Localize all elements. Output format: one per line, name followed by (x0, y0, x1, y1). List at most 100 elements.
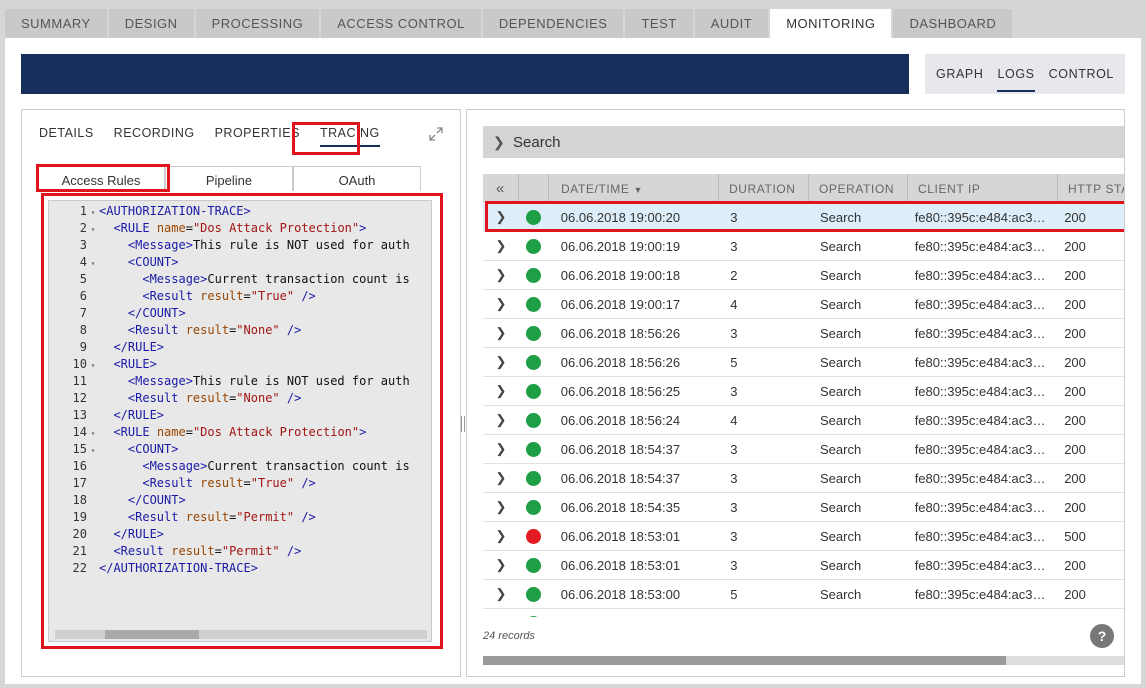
expand-row-icon[interactable]: ❯ (483, 499, 519, 515)
collapse-all-icon[interactable]: « (483, 174, 519, 203)
tab-summary[interactable]: SUMMARY (5, 9, 107, 38)
subtab-access-rules[interactable]: Access Rules (37, 166, 165, 191)
fold-toggle-icon[interactable]: ▾ (87, 442, 99, 459)
code-token: = (185, 221, 193, 235)
expand-row-icon[interactable]: ❯ (483, 383, 519, 399)
fold-toggle-icon[interactable]: ▾ (87, 204, 99, 221)
table-row[interactable]: ❯ 06.06.2018 18:56:24 4 Search fe80::395c:e4… (483, 406, 1124, 435)
cell-datetime: 06.06.2018 18:54:37 (560, 441, 681, 457)
tab-access-control[interactable]: ACCESS CONTROL (321, 9, 481, 38)
status-cell (519, 209, 549, 225)
code-token: result (185, 391, 230, 405)
table-row[interactable]: ❯ 06.06.2018 18:54:37 3 Search fe80::395c:e4… (483, 435, 1124, 464)
subtab-pipeline[interactable]: Pipeline (165, 166, 293, 191)
table-row[interactable]: ❯ 06.06.2018 19:00:17 4 Search fe80::395c:e4… (483, 290, 1124, 319)
tab-audit[interactable]: AUDIT (694, 9, 769, 38)
expand-row-icon[interactable]: ❯ (483, 412, 519, 428)
table-row[interactable]: ❯ 06.06.2018 19:00:20 3 Search fe80::395c:e4… (483, 203, 1124, 232)
search-bar[interactable]: ❯ Search (483, 126, 1124, 158)
line-number: 13 (72, 408, 87, 422)
table-row[interactable]: ❯06.06.2018 18:53:003Searchfe80::395c:e4… (483, 609, 1124, 617)
expand-row-icon[interactable]: ❯ (483, 209, 519, 225)
tab-test[interactable]: TEST (625, 9, 693, 38)
expand-row-icon[interactable]: ❯ (483, 238, 519, 254)
code-token: name (156, 425, 186, 439)
subtab-oauth[interactable]: OAuth (293, 166, 421, 191)
status-cell (519, 296, 549, 312)
code-hscroll-thumb[interactable] (105, 630, 199, 639)
status-ok-icon (526, 238, 542, 254)
expand-row-icon[interactable]: ❯ (483, 557, 519, 573)
fold-toggle-icon[interactable]: ▾ (87, 255, 99, 272)
cell-client-ip: fe80::395c:e484:ac3… (914, 325, 1046, 341)
table-row[interactable]: ❯ 06.06.2018 18:56:26 3 Search fe80::395c:e4… (483, 319, 1124, 348)
table-hscroll-thumb[interactable] (483, 656, 1006, 665)
table-row[interactable]: ❯ 06.06.2018 18:53:01 3 Search fe80::395c:e4… (483, 522, 1124, 551)
code-token: <Message> (127, 374, 193, 388)
col-datetime[interactable]: DATE/TIME ▼ (549, 174, 719, 203)
col-datetime-label: DATE/TIME (561, 182, 630, 196)
col-http-status[interactable]: HTTP STA (1058, 174, 1124, 203)
expand-row-icon[interactable]: ❯ (483, 441, 519, 457)
table-hscrollbar[interactable] (483, 656, 1124, 665)
expand-row-icon[interactable]: ❯ (483, 296, 519, 312)
expand-row-icon[interactable]: ❯ (483, 354, 519, 370)
code-token: <Result (127, 323, 186, 337)
tab-design[interactable]: DESIGN (108, 9, 194, 38)
tab-processing[interactable]: PROCESSING (195, 9, 320, 38)
code-token: "Permit" (221, 544, 280, 558)
expand-row-icon[interactable]: ❯ (483, 586, 519, 602)
code-token: </AUTHORIZATION-TRACE> (99, 561, 258, 575)
table-row[interactable]: ❯ 06.06.2018 18:54:35 3 Search fe80::395c:e4… (483, 493, 1124, 522)
help-icon[interactable]: ? (1090, 624, 1114, 648)
code-hscrollbar[interactable] (55, 630, 427, 639)
code-line: 13 </RULE> (49, 407, 431, 424)
code-token: "None" (236, 391, 280, 405)
tab-dashboard[interactable]: DASHBOARD (893, 9, 1013, 38)
table-row[interactable]: ❯ 06.06.2018 19:00:19 3 Search fe80::395c:e4… (483, 232, 1124, 261)
table-row[interactable]: ❯ 06.06.2018 18:53:00 5 Search fe80::395c:e4… (483, 580, 1124, 609)
tab-dependencies[interactable]: DEPENDENCIES (482, 9, 624, 38)
table-row[interactable]: ❯ 06.06.2018 18:56:25 3 Search fe80::395c:e4… (483, 377, 1124, 406)
trace-code-editor[interactable]: 1 ▾ <AUTHORIZATION-TRACE> 2 ▾ <RULE name="Do… (48, 200, 432, 642)
log-rows: ❯ 06.06.2018 19:00:20 3 Search fe80::395c:e4… (483, 203, 1124, 617)
cell-operation: Search (819, 238, 862, 254)
code-token: result (200, 289, 244, 303)
code-line: 15 ▾ <COUNT> (49, 441, 431, 458)
cell-client-ip: fe80::395c:e484:ac3… (914, 383, 1046, 399)
tab-recording[interactable]: RECORDING (114, 125, 195, 147)
expand-row-icon[interactable]: ❯ (483, 325, 519, 341)
table-row[interactable]: ❯ 06.06.2018 18:54:37 3 Search fe80::395c:e4… (483, 464, 1124, 493)
col-client-ip[interactable]: CLIENT IP (908, 174, 1058, 203)
code-token: /> (279, 391, 302, 405)
subnav-graph[interactable]: GRAPH (936, 54, 983, 94)
col-duration[interactable]: DURATION (719, 174, 809, 203)
cell-datetime: 06.06.2018 18:56:24 (560, 412, 681, 428)
tab-details[interactable]: DETAILS (39, 125, 94, 147)
expand-icon[interactable] (428, 126, 444, 142)
line-number: 18 (72, 493, 87, 507)
fold-toggle-icon[interactable]: ▾ (87, 221, 99, 238)
line-number: 22 (72, 561, 87, 575)
expand-row-icon[interactable]: ❯ (483, 528, 519, 544)
table-row[interactable]: ❯ 06.06.2018 18:53:01 3 Search fe80::395c:e4… (483, 551, 1124, 580)
table-row[interactable]: ❯ 06.06.2018 19:00:18 2 Search fe80::395c:e4… (483, 261, 1124, 290)
subnav-logs[interactable]: LOGS (997, 54, 1035, 94)
fold-toggle-icon[interactable]: ▾ (87, 425, 99, 442)
tab-monitoring[interactable]: MONITORING (770, 9, 892, 38)
expand-row-icon[interactable]: ❯ (483, 267, 519, 283)
tab-properties[interactable]: PROPERTIES (215, 125, 300, 147)
code-token: <AUTHORIZATION-TRACE> (99, 204, 251, 218)
tab-tracing[interactable]: TRACING (319, 125, 380, 147)
pane-splitter[interactable] (461, 416, 465, 432)
cell-operation: Search (819, 441, 862, 457)
col-operation[interactable]: OPERATION (809, 174, 908, 203)
fold-toggle-icon[interactable]: ▾ (87, 357, 99, 374)
cell-http-status: 200 (1064, 325, 1086, 341)
cell-client-ip: fe80::395c:e484:ac3… (914, 470, 1046, 486)
table-row[interactable]: ❯ 06.06.2018 18:56:26 5 Search fe80::395c:e4… (483, 348, 1124, 377)
expand-row-icon[interactable]: ❯ (483, 615, 519, 617)
line-number: 19 (72, 510, 87, 524)
subnav-control[interactable]: CONTROL (1049, 54, 1114, 94)
expand-row-icon[interactable]: ❯ (483, 470, 519, 486)
